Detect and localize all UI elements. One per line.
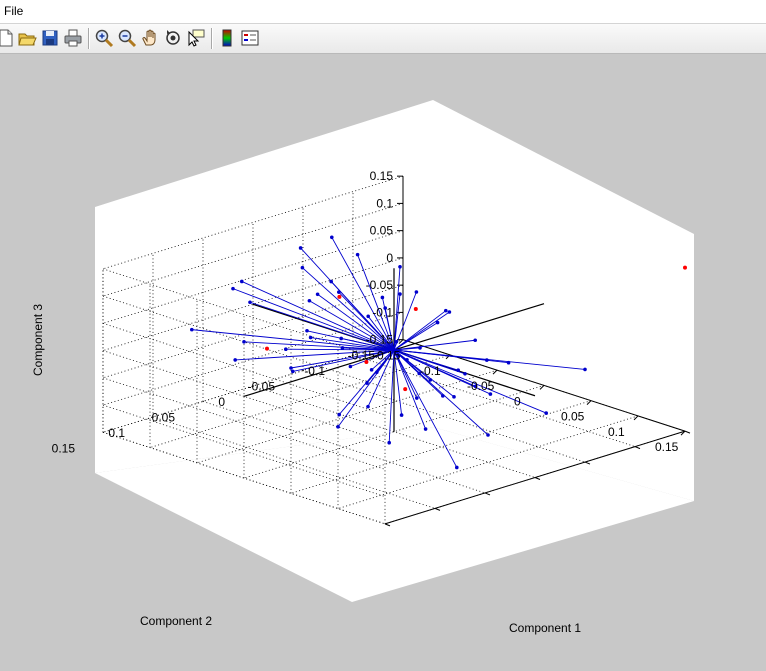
- x-tick-label: 0.05: [561, 410, 585, 424]
- z-tick-label: -0.1: [372, 305, 393, 319]
- vector-endpoint: [231, 286, 235, 291]
- vector-endpoint: [298, 246, 303, 250]
- vector-endpoint: [340, 346, 345, 350]
- vector-endpoint: [307, 298, 312, 303]
- colorbar-icon[interactable]: [217, 28, 237, 48]
- vector-endpoint: [365, 381, 369, 385]
- save-icon[interactable]: [40, 28, 60, 48]
- z-tick-label: -0.05: [366, 278, 394, 292]
- y-tick-label: 0.1: [108, 426, 125, 440]
- vector-endpoint: [444, 308, 448, 313]
- vector-endpoint: [308, 335, 313, 340]
- vector-endpoint: [329, 279, 334, 284]
- toolbar-separator: [88, 28, 90, 49]
- vector-endpoint: [387, 440, 392, 445]
- vector-endpoint: [369, 368, 374, 372]
- data-cursor-icon[interactable]: [186, 28, 206, 48]
- vector-endpoint: [289, 366, 293, 370]
- vector-endpoint: [486, 433, 490, 437]
- vector-endpoint: [300, 265, 305, 270]
- z-tick-label: 0: [386, 251, 393, 265]
- y-tick-label: 0.05: [152, 410, 176, 424]
- vector-endpoint: [337, 412, 342, 417]
- vector-endpoint: [315, 292, 320, 297]
- vector-endpoint: [190, 327, 194, 332]
- x-tick-label: -0.15: [373, 349, 401, 363]
- z-tick-label: -0.15: [366, 333, 394, 347]
- vector-endpoint: [394, 339, 399, 344]
- observation-point: [683, 265, 687, 270]
- z-tick-label: 0.15: [370, 169, 394, 183]
- pan-hand-icon[interactable]: [140, 28, 160, 48]
- vector-endpoint: [456, 368, 461, 373]
- vector-endpoint: [348, 364, 353, 369]
- observation-point: [413, 307, 418, 312]
- vector-endpoint: [355, 252, 360, 257]
- vector-endpoint: [339, 336, 344, 341]
- vector-endpoint: [473, 338, 478, 343]
- vector-endpoint: [284, 347, 288, 352]
- zoom-out-icon[interactable]: [117, 28, 137, 48]
- vector-endpoint: [447, 310, 452, 314]
- x-tick-label: -0.05: [467, 379, 495, 393]
- print-icon[interactable]: [63, 28, 83, 48]
- new-file-icon[interactable]: [0, 28, 16, 48]
- observation-point: [337, 294, 342, 299]
- x-axis-label: Component 1: [509, 621, 581, 635]
- vector-endpoint: [423, 427, 428, 431]
- vector-endpoint: [366, 404, 370, 409]
- vector-endpoint: [544, 411, 548, 415]
- vector-endpoint: [398, 292, 402, 296]
- biplot-3d[interactable]: -0.15 -0.1 -0.05 0 0.05 0.1 0.15 0.15 0.1 0.05 0 -0…: [0, 54, 766, 671]
- vector-endpoint: [380, 295, 385, 300]
- vector-endpoint: [233, 358, 237, 362]
- zoom-in-icon[interactable]: [94, 28, 114, 48]
- y-tick-label: -0.1: [304, 364, 325, 378]
- legend-icon[interactable]: [240, 28, 260, 48]
- y-tick-label: -0.15: [348, 349, 376, 363]
- vector-endpoint: [240, 279, 244, 284]
- vector-endpoint: [399, 413, 404, 417]
- vector-endpoint: [418, 346, 422, 350]
- vector-endpoint: [463, 371, 467, 376]
- vector-endpoint: [455, 465, 459, 470]
- y-tick-label: -0.05: [248, 380, 276, 394]
- vector-endpoint: [330, 235, 334, 240]
- y-tick-label: 0: [218, 395, 225, 409]
- x-tick-label: -0.1: [420, 364, 441, 378]
- vector-endpoint: [366, 314, 371, 319]
- open-folder-icon[interactable]: [17, 28, 37, 48]
- menu-file[interactable]: File: [1, 4, 26, 18]
- z-tick-label: 0.1: [376, 196, 393, 210]
- z-tick-label: 0.05: [370, 224, 394, 238]
- toolbar-separator: [211, 28, 213, 49]
- vector-endpoint: [398, 265, 402, 269]
- vector-endpoint: [414, 290, 419, 294]
- menu-bar: File: [0, 0, 766, 24]
- x-tick-label: 0.1: [608, 425, 625, 439]
- vector-endpoint: [242, 340, 246, 344]
- z-axis-label: Component 3: [31, 304, 45, 376]
- vector-endpoint: [305, 328, 309, 333]
- vector-endpoint: [336, 425, 340, 429]
- x-tick-label: 0.15: [655, 440, 679, 454]
- observation-point: [265, 346, 269, 351]
- vector-endpoint: [415, 396, 419, 400]
- vector-endpoint: [248, 300, 252, 305]
- vector-endpoint: [452, 395, 456, 399]
- figure-toolbar: [0, 24, 766, 54]
- rotate-3d-icon[interactable]: [163, 28, 183, 48]
- observation-point: [403, 387, 408, 392]
- x-tick-label: 0: [514, 394, 521, 408]
- y-axis-label: Component 2: [140, 614, 212, 628]
- vector-endpoint: [583, 367, 587, 372]
- y-tick-label: 0.15: [52, 441, 76, 455]
- vector-endpoint: [291, 369, 295, 374]
